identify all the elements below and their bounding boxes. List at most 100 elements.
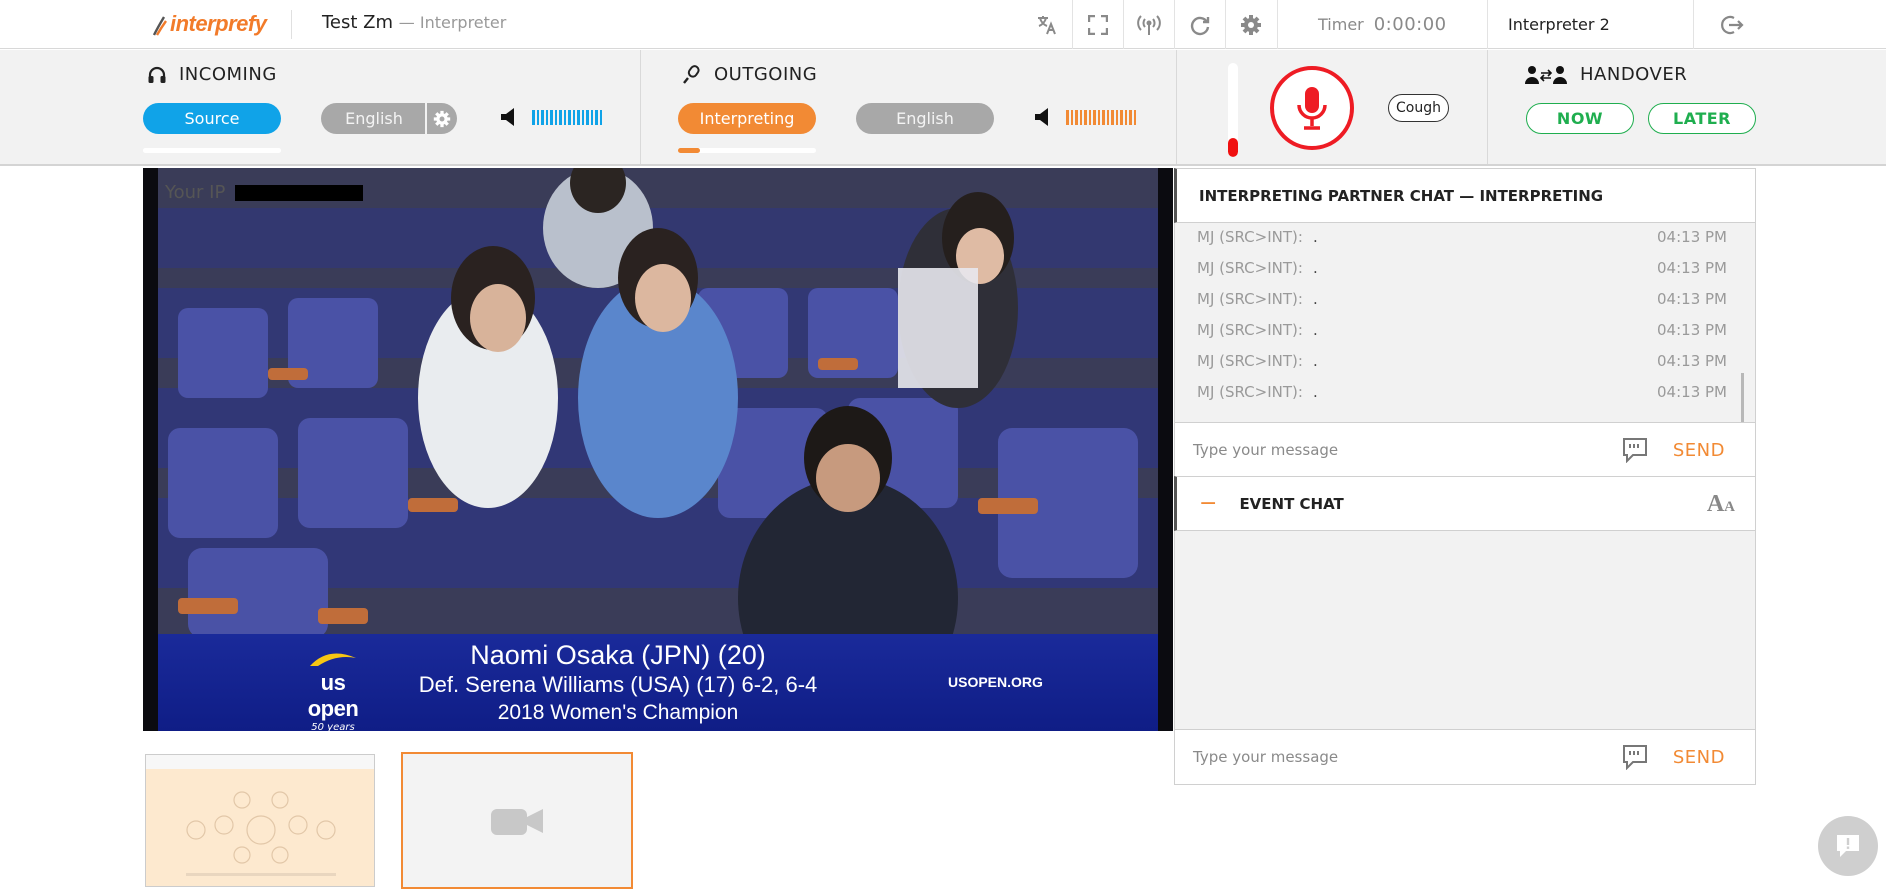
chat-message: MJ (SRC>INT): . 04:13 PM — [1197, 259, 1727, 279]
feedback-icon — [1837, 835, 1859, 857]
partner-chat-header[interactable]: INTERPRETING PARTNER CHAT — INTERPRETING — [1174, 168, 1756, 223]
chat-message: MJ (SRC>INT): . 04:13 PM — [1197, 383, 1727, 403]
ip-redacted — [235, 185, 364, 201]
volume-tick — [1093, 109, 1096, 125]
chat-message: MJ (SRC>INT): . 04:13 PM — [1197, 290, 1727, 310]
interprefy-logo: interprefy — [152, 8, 267, 40]
volume-tick — [577, 109, 580, 125]
chat-message-text: . — [1313, 352, 1318, 370]
logout-icon[interactable] — [1693, 0, 1769, 49]
partner-chat-input-row: Type your message SEND — [1174, 422, 1756, 478]
event-chat-messages[interactable] — [1174, 531, 1756, 729]
interpreting-button[interactable]: Interpreting — [678, 103, 816, 134]
outgoing-title-label: OUTGOING — [714, 64, 818, 85]
chat-message-time: 04:13 PM — [1657, 228, 1727, 246]
volume-tick — [1088, 109, 1091, 125]
microphone-icon — [1297, 87, 1327, 130]
partner-chat-send-button[interactable]: SEND — [1673, 440, 1725, 461]
timer-label: Timer — [1318, 15, 1364, 34]
refresh-icon[interactable] — [1174, 0, 1225, 49]
volume-tick — [1079, 109, 1082, 125]
volume-tick — [590, 109, 593, 125]
event-chat-input[interactable]: Type your message — [1193, 748, 1621, 766]
volume-tick — [599, 109, 602, 125]
ip-overlay: Your IP — [165, 182, 364, 203]
font-size-icon[interactable]: AAAA — [1707, 491, 1735, 518]
translate-icon[interactable] — [1021, 0, 1072, 49]
control-bar: INCOMING Source English OUTGOING Interpr… — [0, 50, 1886, 166]
handover-now-button[interactable]: NOW — [1526, 103, 1634, 134]
headphones-icon — [147, 65, 167, 85]
collapse-icon[interactable]: − — [1199, 491, 1217, 516]
interpreting-level-bar — [678, 148, 816, 153]
volume-tick — [1106, 109, 1109, 125]
chat-message-sender: MJ (SRC>INT): — [1197, 383, 1303, 401]
volume-tick — [1102, 109, 1105, 125]
gear-icon[interactable] — [1225, 0, 1276, 49]
volume-tick — [1120, 109, 1123, 125]
volume-tick — [1133, 109, 1136, 125]
volume-tick — [595, 109, 598, 125]
lower-third-line1: Naomi Osaka (JPN) (20) — [470, 640, 766, 670]
chat-message-text: . — [1313, 290, 1318, 308]
volume-tick — [581, 109, 584, 125]
volume-tick — [586, 109, 589, 125]
event-chat-title: EVENT CHAT — [1239, 494, 1344, 513]
user-name: Interpreter 2 — [1487, 0, 1693, 49]
thumbnail-presentation[interactable] — [145, 754, 375, 887]
incoming-volume[interactable] — [500, 107, 602, 127]
fullscreen-icon[interactable] — [1072, 0, 1123, 49]
usopen-logo: us open 50 years — [293, 652, 373, 731]
volume-tick — [1111, 109, 1114, 125]
chat-message-sender: MJ (SRC>INT): — [1197, 228, 1303, 246]
lower-third-line3: 2018 Women's Champion — [497, 701, 739, 724]
outgoing-language-select[interactable]: English — [856, 103, 994, 134]
broadcast-icon[interactable] — [1123, 0, 1174, 49]
canned-messages-icon[interactable] — [1621, 437, 1651, 463]
incoming-settings-gear-icon[interactable] — [425, 103, 457, 134]
partner-chat-messages[interactable]: MJ (SRC>INT): . 04:13 PM MJ (SRC>INT): .… — [1174, 223, 1756, 422]
usopen-brand-sub: 50 years — [311, 722, 355, 731]
feedback-button[interactable] — [1818, 816, 1878, 876]
timer: Timer 0:00:00 — [1277, 0, 1487, 49]
chat-message-text: . — [1313, 228, 1318, 246]
chat-message: MJ (SRC>INT): . 04:13 PM — [1197, 352, 1727, 372]
chat-message-sender: MJ (SRC>INT): — [1197, 321, 1303, 339]
volume-tick — [1075, 109, 1078, 125]
event-chat-send-button[interactable]: SEND — [1673, 747, 1725, 768]
chat-message: MJ (SRC>INT): . 04:13 PM — [1197, 321, 1727, 341]
incoming-language-select[interactable]: English — [321, 103, 427, 134]
volume-tick — [554, 109, 557, 125]
chat-message-time: 04:13 PM — [1657, 290, 1727, 308]
event-chat-header[interactable]: − EVENT CHAT AAAA — [1174, 476, 1756, 531]
video-camera-icon — [491, 808, 543, 835]
speaker-icon[interactable] — [500, 107, 520, 127]
timer-value: 0:00:00 — [1373, 14, 1447, 35]
cough-button[interactable]: Cough — [1388, 94, 1449, 122]
video-player[interactable]: Your IP us open 50 years Naomi Osaka (JP… — [143, 168, 1173, 731]
handover-later-button[interactable]: LATER — [1648, 103, 1756, 134]
outgoing-volume[interactable] — [1034, 107, 1136, 127]
microphone-outline-icon — [682, 64, 702, 85]
chat-message-sender: MJ (SRC>INT): — [1197, 352, 1303, 370]
partner-chat-input[interactable]: Type your message — [1193, 441, 1621, 459]
incoming-volume-meter — [532, 109, 602, 125]
speaker-icon[interactable] — [1034, 107, 1054, 127]
source-level-bar — [143, 148, 281, 153]
chat-scrollbar[interactable] — [1741, 373, 1744, 422]
volume-tick — [541, 109, 544, 125]
handover-title: HANDOVER — [1524, 64, 1687, 85]
incoming-panel: INCOMING Source English — [143, 50, 640, 164]
divider — [291, 10, 292, 39]
volume-tick — [536, 109, 539, 125]
volume-tick — [1070, 109, 1073, 125]
canned-messages-icon[interactable] — [1621, 744, 1651, 770]
event-chat-input-row: Type your message SEND — [1174, 729, 1756, 785]
thumbnail-camera-placeholder[interactable] — [401, 752, 633, 889]
source-button[interactable]: Source — [143, 103, 281, 134]
chat-message-text: . — [1313, 321, 1318, 339]
volume-tick — [1115, 109, 1118, 125]
incoming-title-label: INCOMING — [179, 64, 277, 85]
mic-toggle-button[interactable] — [1270, 66, 1354, 150]
handover-panel: HANDOVER NOW LATER — [1488, 50, 1788, 164]
